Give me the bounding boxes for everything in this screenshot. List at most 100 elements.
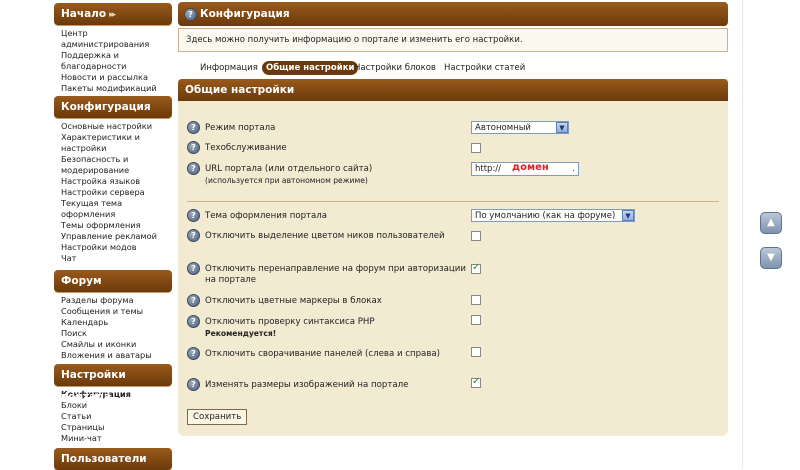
scroll-up-icon: ▲	[767, 217, 775, 228]
sidebar-item-languages[interactable]: Настройка языков	[61, 176, 172, 187]
chevron-down-icon: ▼	[556, 122, 568, 133]
setting-label: Отключить цветные маркеры в блоках	[205, 296, 382, 306]
sidebar-header-label: Форум	[61, 275, 102, 287]
setting-disable-php-check: ? Отключить проверку синтаксиса PHP Реко…	[187, 315, 717, 338]
sidebar-header-start[interactable]: Начало ▸▸	[54, 3, 172, 25]
portal-mode-select[interactable]: Автономный ▼	[471, 121, 569, 134]
sidebar-item-news[interactable]: Новости и рассылка	[61, 72, 172, 83]
checkmark-icon: ✓	[472, 262, 481, 273]
sidebar-item-posts[interactable]: Сообщения и темы	[61, 306, 172, 317]
checkmark-icon: ✓	[472, 376, 481, 387]
setting-label: Отключить выделение цветом ников пользов…	[205, 231, 445, 241]
sidebar-block-portal: Настройки портала Конфигурация Блоки Ста…	[54, 364, 172, 448]
disable-php-check-checkbox[interactable]	[471, 315, 481, 325]
sidebar-header-label: Начало	[61, 8, 107, 20]
sidebar-item-calendar[interactable]: Календарь	[61, 317, 172, 328]
question-circle-icon[interactable]: ?	[187, 121, 200, 134]
sidebar-item-mods[interactable]: Настройки модов	[61, 242, 172, 253]
sidebar-block-forum: Форум Разделы форума Сообщения и темы Ка…	[54, 270, 172, 365]
sidebar-item-server[interactable]: Настройки сервера	[61, 187, 172, 198]
sidebar-item-admin-center[interactable]: Центр администрирования	[61, 28, 156, 50]
sidebar-item-pages[interactable]: Страницы	[61, 422, 172, 433]
scroll-down-button[interactable]: ▼	[760, 247, 782, 269]
question-circle-icon[interactable]: ?	[187, 315, 200, 328]
sidebar-item-boards[interactable]: Разделы форума	[61, 295, 172, 306]
tab-bar: Информация Общие настройки Настройки бло…	[178, 59, 728, 79]
setting-disable-color-markers: ? Отключить цветные маркеры в блоках	[187, 294, 717, 307]
sidebar-header-forum[interactable]: Форум	[54, 270, 172, 292]
setting-label: Отключить сворачивание панелей (слева и …	[205, 349, 441, 359]
select-value: По умолчанию (как на форуме)	[475, 211, 616, 221]
sidebar-item-chat[interactable]: Чат	[61, 253, 172, 264]
tab-general-settings[interactable]: Общие настройки	[262, 61, 359, 75]
sidebar-block-config: Конфигурация Основные настройки Характер…	[54, 96, 172, 268]
disable-panel-collapse-checkbox[interactable]	[471, 347, 481, 357]
tab-info[interactable]: Информация	[196, 61, 262, 75]
disable-nick-color-checkbox[interactable]	[471, 231, 481, 241]
sidebar-header-label: Конфигурация	[61, 101, 151, 113]
save-button[interactable]: Сохранить	[187, 409, 248, 425]
setting-label-text: URL портала (или отдельного сайта)	[205, 164, 373, 174]
question-circle-icon[interactable]: ?	[187, 141, 200, 154]
tab-article-settings[interactable]: Настройки статей	[440, 61, 529, 75]
disable-redirect-checkbox[interactable]: ✓	[471, 262, 481, 274]
sidebar-item-articles[interactable]: Статьи	[61, 411, 172, 422]
sidebar-item-basic-settings[interactable]: Основные настройки	[61, 121, 172, 132]
panel-title: Общие настройки	[178, 79, 728, 101]
setting-label: Изменять размеры изображений на портале	[205, 380, 409, 390]
question-circle-icon[interactable]: ?	[187, 378, 200, 391]
question-circle-icon[interactable]: ?	[187, 229, 200, 242]
chevron-down-icon: ▼	[622, 210, 634, 221]
question-circle-icon[interactable]: ?	[187, 162, 200, 175]
sidebar-block-start: Начало ▸▸ Центр администрирования Поддерж…	[54, 3, 172, 98]
maintenance-checkbox[interactable]	[471, 143, 481, 153]
resize-images-checkbox[interactable]: ✓	[471, 376, 481, 388]
sidebar-item-support[interactable]: Поддержка и благодарности	[61, 50, 156, 72]
sidebar-item-security[interactable]: Безопасность и модерирование	[61, 154, 153, 176]
setting-label: Техобслуживание	[205, 143, 287, 153]
main-content: ? Конфигурация Здесь можно получить инфо…	[178, 0, 728, 436]
double-arrow-icon: ▸▸	[109, 10, 116, 20]
question-circle-icon[interactable]: ?	[187, 209, 200, 222]
sidebar-item-minichat[interactable]: Мини-чат	[61, 433, 172, 444]
page-title: Конфигурация	[200, 8, 290, 20]
setting-label-text: Отключить проверку синтаксиса PHP	[205, 317, 375, 327]
sidebar-item-themes[interactable]: Темы оформления	[61, 220, 172, 231]
setting-label: Тема оформления портала	[205, 211, 328, 221]
setting-portal-mode: ? Режим портала Автономный ▼	[187, 121, 717, 134]
setting-disable-panel-collapse: ? Отключить сворачивание панелей (слева …	[187, 347, 717, 360]
sidebar-item-current-theme[interactable]: Текущая тема оформления	[61, 198, 153, 220]
sidebar-header-portal[interactable]: Настройки портала	[54, 364, 172, 403]
setting-disable-nick-color: ? Отключить выделение цветом ников польз…	[187, 229, 717, 242]
sidebar-item-ads[interactable]: Управление рекламой	[61, 231, 172, 242]
question-circle-icon[interactable]: ?	[187, 294, 200, 307]
question-circle-icon[interactable]: ?	[187, 262, 200, 275]
sidebar-item-packages[interactable]: Пакеты модификаций	[61, 83, 172, 94]
question-circle-icon[interactable]: ?	[184, 8, 197, 21]
right-margin	[742, 0, 800, 469]
setting-resize-images: ? Изменять размеры изображений на портал…	[187, 376, 717, 391]
sidebar-item-features[interactable]: Характеристики и настройки	[61, 132, 153, 154]
sidebar-block-users: Пользователи	[54, 448, 172, 470]
sidebar-header-config[interactable]: Конфигурация	[54, 96, 172, 118]
sidebar-item-attachments[interactable]: Вложения и аватары	[61, 350, 172, 361]
url-value: http://	[475, 164, 502, 174]
sidebar-item-search[interactable]: Поиск	[61, 328, 172, 339]
scroll-down-icon: ▼	[767, 252, 775, 263]
general-settings-panel: Общие настройки ? Режим портала Автономн…	[178, 79, 728, 436]
portal-theme-select[interactable]: По умолчанию (как на форуме) ▼	[471, 209, 635, 222]
setting-label: URL портала (или отдельного сайта) (испо…	[205, 164, 470, 187]
setting-recommendation: Рекомендуется!	[205, 329, 277, 338]
setting-label: Отключить перенаправление на форум при а…	[205, 264, 466, 285]
scroll-up-button[interactable]: ▲	[760, 212, 782, 234]
question-circle-icon[interactable]: ?	[187, 347, 200, 360]
portal-url-input[interactable]: http:// домен .	[471, 162, 579, 176]
setting-disable-redirect: ? Отключить перенаправление на форум при…	[187, 262, 717, 285]
sidebar-item-smileys[interactable]: Смайлы и иконки	[61, 339, 172, 350]
sidebar-header-users[interactable]: Пользователи	[54, 448, 172, 470]
disable-color-markers-checkbox[interactable]	[471, 295, 481, 305]
setting-label: Отключить проверку синтаксиса PHP Рекоме…	[205, 317, 470, 340]
setting-sublabel: (используется при автономном режиме)	[205, 176, 368, 185]
tab-block-settings[interactable]: Настройки блоков	[350, 61, 440, 75]
setting-maintenance: ? Техобслуживание	[187, 141, 717, 154]
